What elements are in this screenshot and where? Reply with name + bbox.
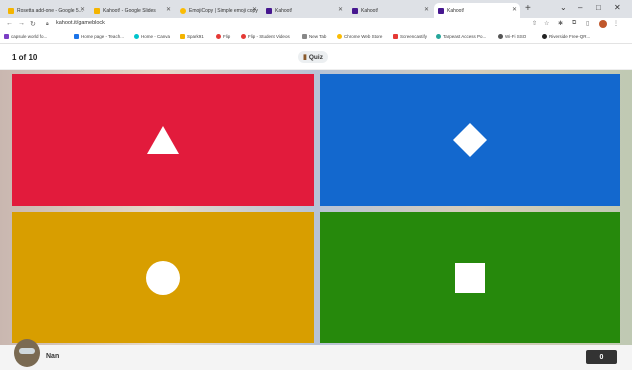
- tab-title: Kahoot! - Google Slides: [103, 7, 156, 14]
- browser-toolbar: ← → ↻ 🔒︎ kahoot.it/gameblock ⇧ ☆ ✱ ⧉ ▯ ⋮: [0, 18, 632, 32]
- close-tab-icon[interactable]: ✕: [338, 6, 343, 13]
- tab-favicon: [180, 7, 186, 14]
- player-name: Nan: [46, 353, 60, 360]
- tab-title: Kahoot!: [447, 7, 465, 14]
- bookmark-label: Flip: [223, 34, 231, 39]
- bookmark-label: Wi-Fi SSO: [505, 34, 527, 39]
- close-tab-icon[interactable]: ✕: [166, 6, 171, 13]
- answer-button-blue-diamond[interactable]: [320, 74, 620, 206]
- square-icon: [455, 262, 485, 293]
- answer-button-red-triangle[interactable]: [12, 74, 314, 206]
- browser-tab-strip: Rosetta add-one - Google 5... ✕ Kahoot! …: [0, 0, 632, 18]
- bookmark-favicon: [337, 34, 342, 39]
- quiz-icon: ▮: [303, 54, 307, 61]
- bookmark-item[interactable]: capsule world fo...: [4, 34, 47, 39]
- tab-favicon: [94, 7, 100, 14]
- bookmark-favicon: [4, 34, 9, 39]
- bookmarks-bar: capsule world fo... Home page - Teach...…: [0, 32, 632, 44]
- close-tab-icon[interactable]: ✕: [80, 6, 85, 13]
- bookmark-favicon: [241, 34, 246, 39]
- browser-tab[interactable]: Kahoot! - Google Slides ✕: [90, 3, 174, 18]
- bookmark-item[interactable]: New Tab: [302, 34, 326, 39]
- tab-search-icon[interactable]: ⌄: [560, 3, 567, 12]
- bookmark-label: Home page - Teach...: [81, 34, 124, 39]
- answer-button-yellow-circle[interactable]: [12, 212, 314, 343]
- bookmark-item[interactable]: Riverside Free-QR...: [542, 34, 590, 39]
- minimize-icon[interactable]: –: [578, 3, 582, 12]
- bookmark-favicon: [216, 34, 221, 39]
- browser-tab-active[interactable]: Kahoot! ✕: [434, 3, 520, 18]
- bookmark-item[interactable]: Screencastify: [393, 34, 427, 39]
- bookmark-favicon: [498, 34, 503, 39]
- bookmark-favicon: [542, 34, 547, 39]
- answer-grid: [0, 70, 632, 345]
- lock-icon: 🔒︎: [46, 21, 49, 27]
- bookmark-item[interactable]: Home page - Teach...: [74, 34, 124, 39]
- bookmark-label: New Tab: [309, 34, 327, 39]
- puzzle-icon[interactable]: ⧉: [572, 20, 576, 27]
- profile-avatar-icon[interactable]: [599, 20, 607, 28]
- answer-button-green-square[interactable]: [320, 212, 620, 343]
- tab-favicon: [438, 7, 444, 14]
- score-display: 0: [586, 350, 617, 364]
- bookmark-item[interactable]: Wi-Fi SSO: [498, 34, 526, 39]
- tab-title: EmojiCopy | Simple emoji copy: [189, 7, 258, 14]
- close-window-icon[interactable]: ✕: [614, 3, 621, 12]
- bookmark-label: Flip - Student Videos: [248, 34, 290, 39]
- browser-tab[interactable]: EmojiCopy | Simple emoji copy ✕: [176, 3, 260, 18]
- tab-favicon: [266, 7, 272, 14]
- share-icon[interactable]: ⇧: [532, 20, 537, 27]
- bookmark-favicon: [393, 34, 398, 39]
- bookmark-item[interactable]: Tarpeast Access Po...: [436, 34, 486, 39]
- bookmark-favicon: [74, 34, 79, 39]
- bookmark-label: Tarpeast Access Po...: [443, 34, 487, 39]
- back-icon[interactable]: ←: [6, 20, 13, 27]
- browser-tab[interactable]: Kahoot! ✕: [348, 3, 432, 18]
- close-tab-icon[interactable]: ✕: [424, 6, 429, 13]
- tab-title: Kahoot!: [275, 7, 293, 14]
- bookmark-favicon: [180, 34, 185, 39]
- browser-tab[interactable]: Kahoot! ✕: [262, 3, 346, 18]
- browser-tab[interactable]: Rosetta add-one - Google 5... ✕: [4, 3, 88, 18]
- reload-icon[interactable]: ↻: [30, 20, 36, 28]
- sidepanel-icon[interactable]: ▯: [586, 20, 589, 27]
- player-avatar: [14, 339, 40, 367]
- tab-favicon: [8, 7, 14, 14]
- tab-title: Kahoot!: [361, 7, 379, 14]
- quiz-label: Quiz: [308, 53, 323, 61]
- bookmark-favicon: [134, 34, 139, 39]
- bookmark-label: capsule world fo...: [11, 34, 48, 39]
- new-tab-icon[interactable]: +: [525, 3, 531, 14]
- game-header: 1 of 10 ▮ Quiz: [0, 44, 632, 70]
- extension-icon[interactable]: ✱: [558, 20, 563, 27]
- bookmark-label: Chrome Web Store: [344, 34, 383, 39]
- close-tab-icon[interactable]: ✕: [512, 6, 517, 13]
- forward-icon[interactable]: →: [18, 20, 25, 27]
- triangle-icon: [147, 126, 179, 154]
- address-bar[interactable]: kahoot.it/gameblock: [56, 20, 105, 26]
- bookmark-favicon: [302, 34, 307, 39]
- bookmark-item[interactable]: Home - Canva: [134, 34, 170, 39]
- bookmark-label: Riverside Free-QR...: [549, 34, 591, 39]
- bookmark-item[interactable]: Spark91: [180, 34, 204, 39]
- bookmark-label: Screencastify: [400, 34, 428, 39]
- avatar-visor-icon: [19, 348, 35, 354]
- bookmark-item[interactable]: Flip - Student Videos: [241, 34, 290, 39]
- maximize-icon[interactable]: □: [596, 3, 601, 12]
- circle-icon: [146, 260, 180, 295]
- bookmark-star-icon[interactable]: ☆: [544, 20, 549, 27]
- close-tab-icon[interactable]: ✕: [252, 6, 257, 13]
- question-counter: 1 of 10: [12, 53, 38, 62]
- tab-favicon: [352, 7, 358, 14]
- more-menu-icon[interactable]: ⋮: [613, 20, 619, 27]
- diamond-icon: [453, 123, 487, 157]
- quiz-type-badge: ▮ Quiz: [298, 51, 328, 63]
- bookmark-label: Home - Canva: [141, 34, 171, 39]
- bookmark-favicon: [436, 34, 441, 39]
- bookmark-label: Spark91: [187, 34, 204, 39]
- tab-title: Rosetta add-one - Google 5...: [17, 7, 83, 14]
- bookmark-item[interactable]: Chrome Web Store: [337, 34, 382, 39]
- bookmark-item[interactable]: Flip: [216, 34, 230, 39]
- player-bar: Nan 0: [0, 339, 632, 370]
